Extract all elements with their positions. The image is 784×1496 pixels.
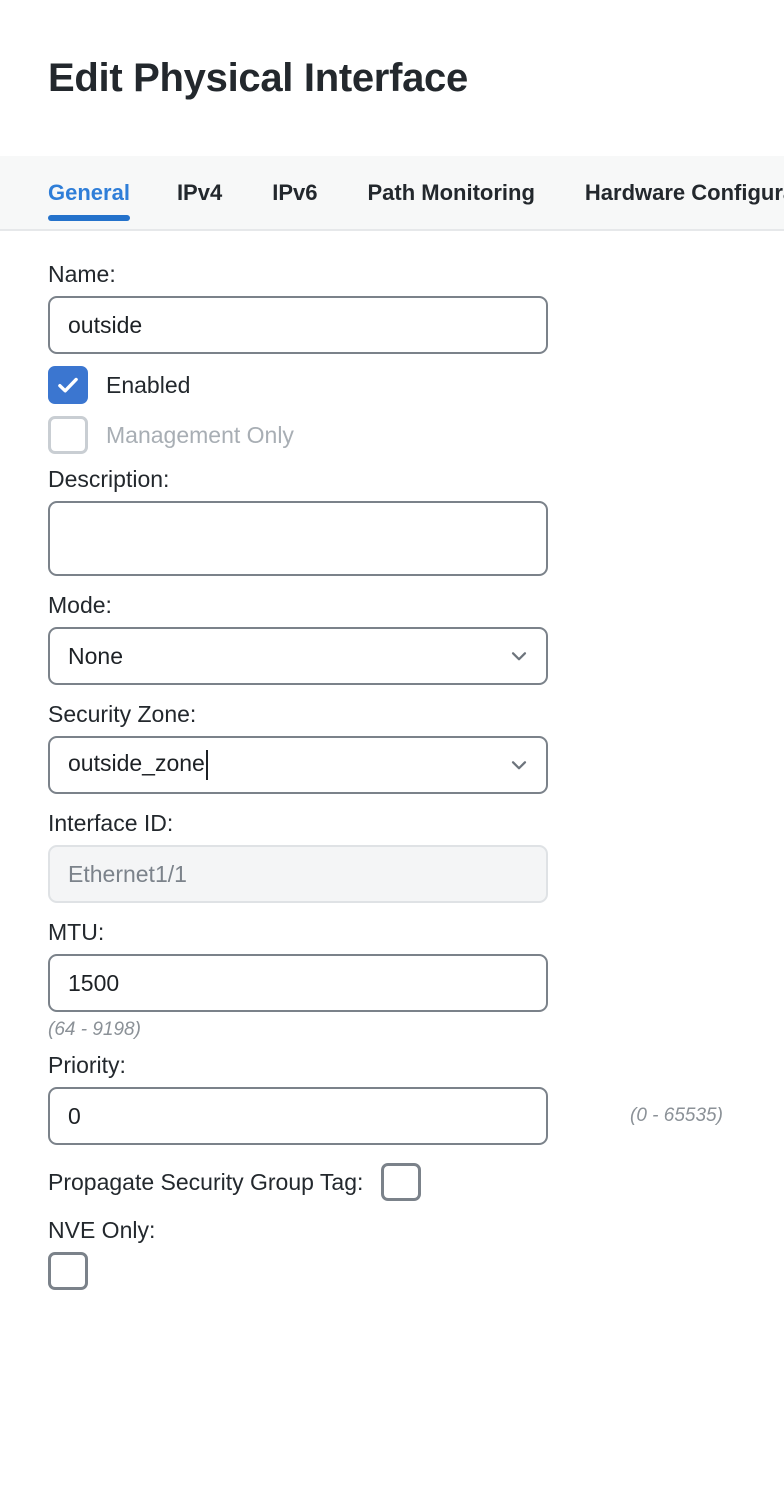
tab-hardware-configuration-label: Hardware Configuration <box>584 179 784 205</box>
priority-input-value: 0 <box>68 1102 81 1129</box>
priority-label: Priority: <box>48 1052 126 1078</box>
chevron-down-icon <box>506 752 532 778</box>
page-title: Edit Physical Interface <box>48 56 468 100</box>
mtu-input[interactable]: 1500 <box>48 954 548 1012</box>
security-zone-select-value: outside_zone <box>68 750 208 780</box>
security-zone-select[interactable]: outside_zone <box>48 736 548 794</box>
propagate-sgt-label: Propagate Security Group Tag: <box>48 1168 364 1195</box>
nve-only-checkbox[interactable] <box>48 1252 88 1290</box>
name-label: Name: <box>48 261 116 287</box>
tab-path-monitoring[interactable]: Path Monitoring <box>342 156 559 229</box>
tab-path-monitoring-label: Path Monitoring <box>367 179 535 205</box>
enabled-checkbox-row[interactable]: Enabled <box>48 366 736 404</box>
name-input-value: outside <box>68 311 143 338</box>
mtu-label: MTU: <box>48 919 105 945</box>
mtu-range-hint: (64 - 9198) <box>48 1019 141 1040</box>
tab-general[interactable]: General <box>48 156 152 229</box>
enabled-label: Enabled <box>106 371 191 398</box>
tab-bar: General IPv4 IPv6 Path Monitoring Hardwa… <box>0 156 784 231</box>
mode-select-value: None <box>68 642 123 669</box>
mode-select[interactable]: None <box>48 627 548 685</box>
name-input[interactable]: outside <box>48 296 548 354</box>
priority-input[interactable]: 0 <box>48 1087 548 1145</box>
mode-label: Mode: <box>48 592 112 618</box>
management-only-checkbox <box>48 416 88 454</box>
tab-ipv4-label: IPv4 <box>176 179 223 205</box>
chevron-down-icon <box>506 643 532 669</box>
tab-hardware-configuration[interactable]: Hardware Configuration <box>560 156 784 229</box>
propagate-sgt-row: Propagate Security Group Tag: <box>48 1163 736 1201</box>
edit-physical-interface-dialog: Edit Physical Interface General IPv4 IPv… <box>0 0 784 1496</box>
nve-only-label: NVE Only: <box>48 1217 156 1243</box>
tab-ipv6-label: IPv6 <box>272 179 318 205</box>
check-icon <box>58 377 78 393</box>
tab-ipv4[interactable]: IPv4 <box>152 156 247 229</box>
priority-range-hint: (0 - 65535) <box>630 1105 723 1126</box>
management-only-checkbox-row: Management Only <box>48 416 736 454</box>
interface-id-label: Interface ID: <box>48 810 174 836</box>
priority-row: 0 (0 - 65535) <box>48 1087 736 1145</box>
enabled-checkbox[interactable] <box>48 366 88 404</box>
tab-general-label: General <box>48 179 130 205</box>
general-tab-panel: Name: outside Enabled Management Only De… <box>0 231 784 1290</box>
management-only-label: Management Only <box>106 421 294 448</box>
propagate-sgt-checkbox[interactable] <box>381 1163 422 1201</box>
tab-ipv6[interactable]: IPv6 <box>247 156 342 229</box>
description-input[interactable] <box>48 501 548 576</box>
dialog-header: Edit Physical Interface <box>0 0 784 156</box>
interface-id-value: Ethernet1/1 <box>68 860 187 887</box>
interface-id-input: Ethernet1/1 <box>48 845 548 903</box>
description-label: Description: <box>48 466 170 492</box>
security-zone-label: Security Zone: <box>48 701 197 727</box>
text-caret <box>205 750 208 780</box>
mtu-input-value: 1500 <box>68 969 120 996</box>
